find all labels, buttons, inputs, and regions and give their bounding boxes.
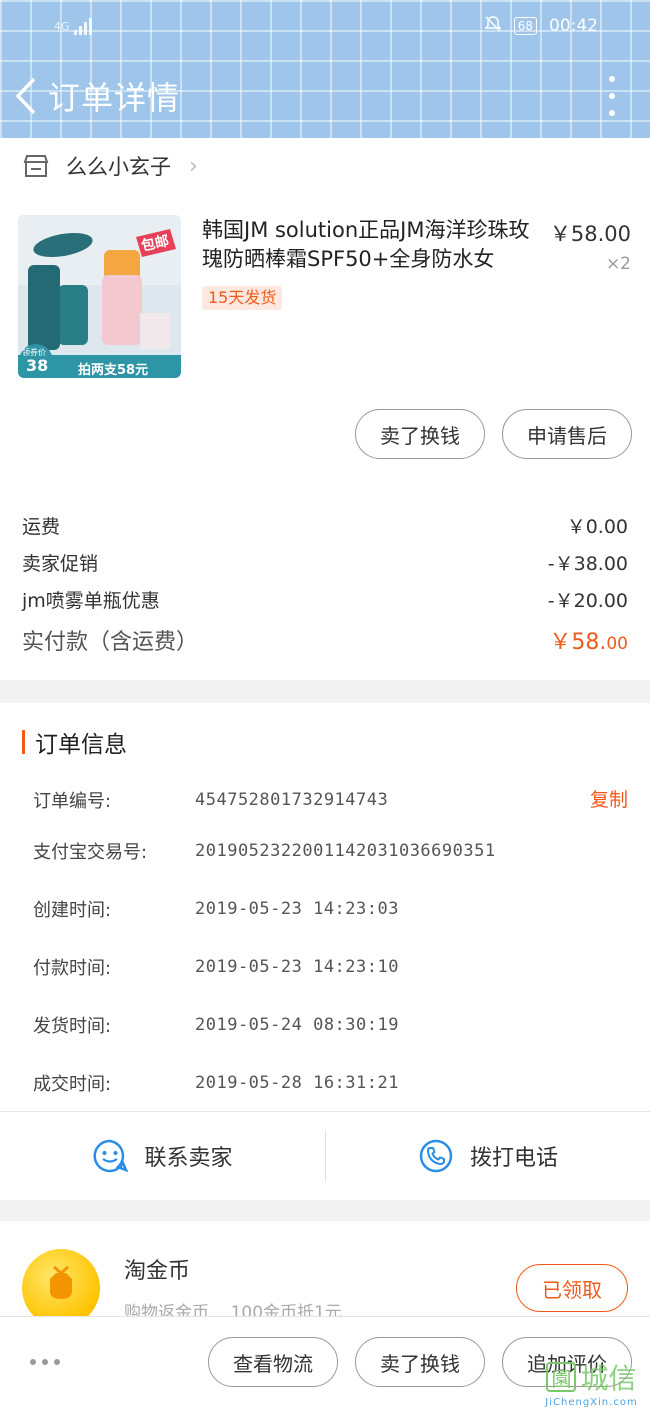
section-title-text: 订单信息	[35, 732, 127, 758]
fee-label: jm喷雾单瓶优惠	[22, 590, 160, 612]
info-label: 发货时间:	[33, 1016, 112, 1037]
battery-icon: 68	[513, 17, 537, 35]
view-logistics-button[interactable]: 查看物流	[208, 1337, 338, 1387]
fee-row-spray-discount: jm喷雾单瓶优惠 -￥20.00	[22, 586, 628, 613]
chat-icon	[94, 1139, 129, 1173]
fee-value: -￥20.00	[547, 590, 628, 612]
bottom-sell-button[interactable]: 卖了换钱	[355, 1337, 485, 1387]
contact-seller-label: 联系卖家	[144, 1146, 233, 1171]
mute-icon	[483, 15, 502, 38]
shop-name: 么么小玄子	[66, 155, 171, 179]
phone-icon	[419, 1139, 453, 1173]
more-dots-icon[interactable]	[30, 1359, 60, 1365]
section-title: 订单信息	[22, 728, 127, 758]
total-value-main: ￥58.	[549, 630, 607, 655]
chevron-right-icon: ›	[189, 153, 198, 179]
watermark: 園 城信 JiChengXin.com	[533, 1357, 650, 1408]
more-menu-button[interactable]	[602, 76, 622, 116]
info-label: 支付宝交易号:	[33, 842, 148, 863]
product-title[interactable]: 韩国JM solution正品JM海洋珍珠玫瑰防晒棒霜SPF50+全身防水女	[202, 216, 542, 274]
page-title: 订单详情	[48, 79, 181, 117]
after-sale-button[interactable]: 申请售后	[502, 409, 632, 459]
fee-value: -￥38.00	[547, 553, 628, 575]
image-caption: 拍两支58元	[78, 363, 149, 378]
network-label: 4G	[54, 19, 70, 33]
watermark-url: JiChengXin.com	[545, 1397, 638, 1408]
watermark-text: 城信	[580, 1362, 637, 1395]
total-paid-row: 实付款（含运费） ￥58.00	[22, 624, 628, 656]
claimed-button[interactable]: 已领取	[516, 1264, 628, 1312]
fee-label: 运费	[22, 516, 61, 538]
info-label: 订单编号:	[33, 791, 112, 812]
back-button[interactable]	[4, 68, 48, 124]
info-row-created: 创建时间: 2019-05-23 14:23:03	[33, 894, 628, 924]
call-label: 拨打电话	[469, 1146, 558, 1171]
shop-row[interactable]: 么么小玄子 ›	[0, 140, 650, 192]
title-row: 订单详情	[0, 68, 650, 124]
info-row-paid: 付款时间: 2019-05-23 14:23:10	[33, 952, 628, 982]
status-bar-right: 68 00:42	[483, 8, 598, 44]
info-row-shipped: 发货时间: 2019-05-24 08:30:19	[33, 1010, 628, 1040]
total-value-cents: 00	[606, 634, 628, 654]
image-price: 38	[26, 356, 49, 375]
total-label: 实付款（含运费）	[22, 630, 199, 655]
info-row-order-number: 订单编号: 454752801732914743	[33, 785, 628, 815]
fee-value: ￥0.00	[566, 516, 628, 538]
info-value: 2019-05-28 16:31:21	[195, 1073, 399, 1093]
info-value: 2019052322001142031036690351	[195, 841, 496, 861]
clock: 00:42	[549, 16, 598, 36]
total-value: ￥58.00	[549, 624, 628, 656]
fee-row-shipping: 运费 ￥0.00	[22, 512, 628, 539]
contact-seller-button[interactable]: 联系卖家	[0, 1112, 325, 1200]
info-row-alipay-number: 支付宝交易号: 2019052322001142031036690351	[33, 836, 628, 866]
watermark-logo-icon: 園	[546, 1362, 577, 1392]
product-quantity: ×2	[605, 254, 631, 274]
info-value: 2019-05-23 14:23:10	[195, 957, 399, 977]
section-accent-bar	[22, 730, 25, 754]
status-bar-left: 4G	[54, 8, 92, 44]
info-value: 2019-05-24 08:30:19	[195, 1015, 399, 1035]
header-bar: 4G 68 00:42 订单详情	[0, 0, 650, 138]
shop-icon	[23, 155, 49, 177]
product-image[interactable]: 包邮 领券价 38 拍两支58元	[18, 215, 181, 378]
sell-button[interactable]: 卖了换钱	[355, 409, 485, 459]
fee-row-seller-promo: 卖家促销 -￥38.00	[22, 549, 628, 576]
shipping-tag: 15天发货	[202, 286, 283, 310]
info-label: 成交时间:	[33, 1074, 112, 1095]
coins-title: 淘金币	[124, 1259, 191, 1284]
info-label: 创建时间:	[33, 900, 112, 921]
call-button[interactable]: 拨打电话	[326, 1112, 650, 1200]
product-price: ￥58.00	[549, 222, 631, 246]
signal-icon	[73, 17, 92, 35]
fee-label: 卖家促销	[22, 553, 99, 575]
chevron-left-icon	[15, 77, 36, 115]
info-value: 2019-05-23 14:23:03	[195, 899, 399, 919]
info-row-completed: 成交时间: 2019-05-28 16:31:21	[33, 1068, 628, 1098]
info-label: 付款时间:	[33, 958, 112, 979]
info-value: 454752801732914743	[195, 790, 389, 810]
